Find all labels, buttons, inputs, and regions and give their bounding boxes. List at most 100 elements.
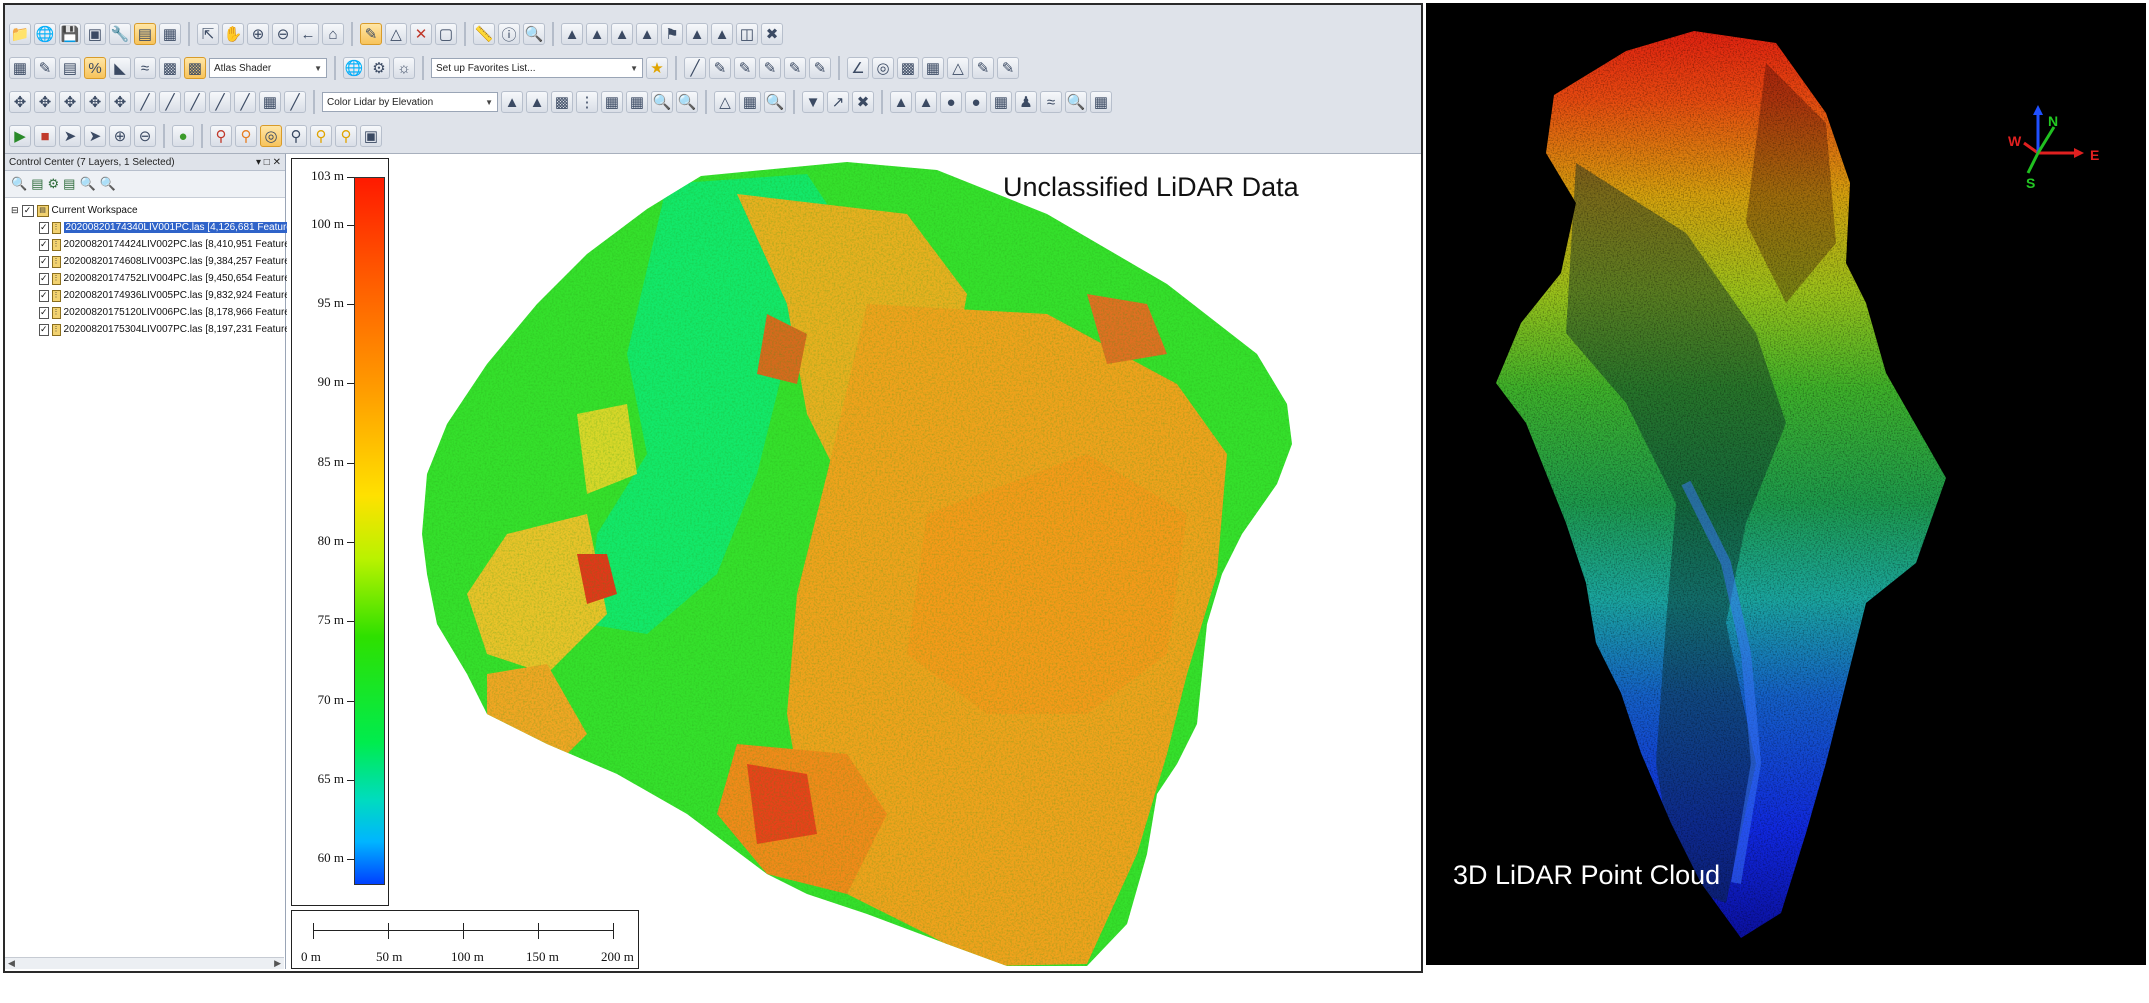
hatch-icon[interactable]: ▦ xyxy=(739,91,761,113)
lidar-filter-icon[interactable]: 🔍 xyxy=(676,91,698,113)
gradient-icon[interactable]: ◣ xyxy=(109,57,131,79)
export-icon[interactable]: ↗ xyxy=(827,91,849,113)
layer-item[interactable]: ✓ ⋮ 20200820174608LIV003PC.las [9,384,25… xyxy=(5,253,298,270)
gear-icon[interactable]: ⚙ xyxy=(368,57,390,79)
map-export-icon[interactable]: ◫ xyxy=(736,23,758,45)
layer-item[interactable]: ✓ ⋮ 20200820175304LIV007PC.las [8,197,23… xyxy=(5,321,298,338)
person-icon[interactable]: ♟ xyxy=(1015,91,1037,113)
pen-remove-icon[interactable]: ✎ xyxy=(784,57,806,79)
lidar-point-cloud-map[interactable] xyxy=(287,154,1421,969)
lidar-profile-icon[interactable]: ▲ xyxy=(501,91,523,113)
lidar-buildings-icon[interactable]: ▩ xyxy=(551,91,573,113)
globe-grid-icon[interactable]: 🌐 xyxy=(343,57,365,79)
ruler-diagonal-icon[interactable]: ╱ xyxy=(284,91,306,113)
wave-icon[interactable]: ≈ xyxy=(1040,91,1062,113)
pin-search-icon[interactable]: 🔍 xyxy=(1065,91,1087,113)
restore-icon[interactable]: □ xyxy=(264,157,270,168)
shader-chart-icon[interactable]: ▩ xyxy=(184,57,206,79)
map-view[interactable]: Unclassified LiDAR Data 103 m 100 m 95 m 90… xyxy=(287,154,1421,969)
lidar-color-dropdown[interactable]: Color Lidar by Elevation ▼ xyxy=(322,92,498,112)
checkbox-checked-icon[interactable]: ✓ xyxy=(39,306,49,319)
line-grid-icon[interactable]: ▦ xyxy=(259,91,281,113)
shader-dropdown[interactable]: Atlas Shader ▼ xyxy=(209,58,327,78)
lidar-grid-icon[interactable]: ▦ xyxy=(626,91,648,113)
favorites-dropdown[interactable]: Set up Favorites List... ▼ xyxy=(431,58,643,78)
layer-props-icon[interactable]: ▤ xyxy=(63,176,75,192)
home-icon[interactable]: ⌂ xyxy=(322,23,344,45)
checkbox-checked-icon[interactable]: ✓ xyxy=(39,238,49,251)
flatten-icon[interactable]: ▲ xyxy=(711,23,733,45)
fly-path-icon[interactable]: ➤ xyxy=(84,125,106,147)
layer-item[interactable]: ✓ ⋮ 20200820174340LIV001PC.las [4,126,68… xyxy=(5,219,302,236)
checkbox-checked-icon[interactable]: ✓ xyxy=(39,289,49,302)
checkbox-checked-icon[interactable]: ✓ xyxy=(21,204,34,217)
mountain-icon[interactable]: ▲ xyxy=(890,91,912,113)
layer-item[interactable]: ✓ ⋮ 20200820174424LIV002PC.las [8,410,95… xyxy=(5,236,298,253)
pin-screen-icon[interactable]: ▣ xyxy=(360,125,382,147)
pin-yellow-icon[interactable]: ⚲ xyxy=(310,125,332,147)
wrench-icon[interactable]: 🔧 xyxy=(109,23,131,45)
target-icon[interactable]: ◎ xyxy=(872,57,894,79)
globe-icon[interactable]: 🌐 xyxy=(34,23,56,45)
pen-tool-icon[interactable]: ✎ xyxy=(709,57,731,79)
terrain-flag-icon[interactable]: ⚑ xyxy=(661,23,683,45)
search-zoom-icon[interactable]: 🔍 xyxy=(764,91,786,113)
pen-add-icon[interactable]: ✎ xyxy=(759,57,781,79)
collapse-icon[interactable]: ⊟ xyxy=(11,205,19,216)
line-edit-icon[interactable]: ╱ xyxy=(159,91,181,113)
search-icon[interactable]: 🔍 xyxy=(523,23,545,45)
pen-edit-icon[interactable]: ✎ xyxy=(734,57,756,79)
open-layer-icon[interactable]: 🔍 xyxy=(11,176,27,192)
snap-vertex-icon[interactable]: ✥ xyxy=(84,91,106,113)
settings-cross-icon[interactable]: ✖ xyxy=(852,91,874,113)
grid-export-icon[interactable]: ▦ xyxy=(1090,91,1112,113)
pen-split-icon[interactable]: ✎ xyxy=(809,57,831,79)
play-icon[interactable]: ▶ xyxy=(9,125,31,147)
lidar-terrain-icon[interactable]: ▲ xyxy=(526,91,548,113)
building-icon[interactable]: ▦ xyxy=(990,91,1012,113)
target-pin-icon[interactable]: ◎ xyxy=(260,125,282,147)
workspace-node[interactable]: ⊟ ✓ ▤ Current Workspace xyxy=(5,202,285,219)
pointer-zoom-icon[interactable]: ⇱ xyxy=(197,23,219,45)
fly-icon[interactable]: ➤ xyxy=(59,125,81,147)
checkbox-checked-icon[interactable]: ✓ xyxy=(39,323,49,336)
edit-style-icon[interactable]: ✎ xyxy=(34,57,56,79)
line-tool-icon[interactable]: ╱ xyxy=(684,57,706,79)
stop-icon[interactable]: ■ xyxy=(34,125,56,147)
volume-icon[interactable]: ▲ xyxy=(686,23,708,45)
control-center-icon[interactable]: ▤ xyxy=(134,23,156,45)
checkbox-checked-icon[interactable]: ✓ xyxy=(39,272,49,285)
lidar-points-icon[interactable]: ⋮ xyxy=(576,91,598,113)
digitizer-pencil-icon[interactable]: ✎ xyxy=(360,23,382,45)
pin-icon[interactable]: ▾ xyxy=(256,157,261,168)
open-folder-icon[interactable]: 📁 xyxy=(9,23,31,45)
pan-hand-icon[interactable]: ✋ xyxy=(222,23,244,45)
layer-zoom-icon[interactable]: 🔍 xyxy=(79,176,95,192)
edit-vertex-icon[interactable]: ✥ xyxy=(59,91,81,113)
layer-settings-icon[interactable]: ⚙ xyxy=(47,176,59,192)
shrub-icon[interactable]: ● xyxy=(940,91,962,113)
move-vertex-icon[interactable]: ✥ xyxy=(9,91,31,113)
add-waypoint-icon[interactable]: ⊕ xyxy=(109,125,131,147)
horizontal-scrollbar[interactable]: ◀ ▶ xyxy=(5,957,284,969)
delete-x-icon[interactable]: ✕ xyxy=(410,23,432,45)
histogram-icon[interactable]: ▩ xyxy=(159,57,181,79)
bar-tool-icon[interactable]: ▩ xyxy=(897,57,919,79)
layers-icon[interactable]: ▤ xyxy=(59,57,81,79)
scroll-left-icon[interactable]: ◀ xyxy=(8,958,15,969)
3d-terrain-render[interactable] xyxy=(1426,3,2146,965)
angle-tool-icon[interactable]: ∠ xyxy=(847,57,869,79)
line-offset-icon[interactable]: ╱ xyxy=(234,91,256,113)
measure-ruler-icon[interactable]: 📏 xyxy=(473,23,495,45)
pin-edit-icon[interactable]: ⚲ xyxy=(285,125,307,147)
table-icon[interactable]: ▦ xyxy=(9,57,31,79)
layer-item[interactable]: ✓ ⋮ 20200820175120LIV006PC.las [8,178,96… xyxy=(5,304,298,321)
save-icon[interactable]: 💾 xyxy=(59,23,81,45)
slope-icon[interactable]: % xyxy=(84,57,106,79)
line-cut-icon[interactable]: ╱ xyxy=(209,91,231,113)
shape-tool-icon[interactable]: △ xyxy=(947,57,969,79)
tree-icon[interactable]: ▲ xyxy=(915,91,937,113)
contour-icon[interactable]: ≈ xyxy=(134,57,156,79)
hatch-tool-icon[interactable]: ▦ xyxy=(922,57,944,79)
canopy-icon[interactable]: ● xyxy=(965,91,987,113)
